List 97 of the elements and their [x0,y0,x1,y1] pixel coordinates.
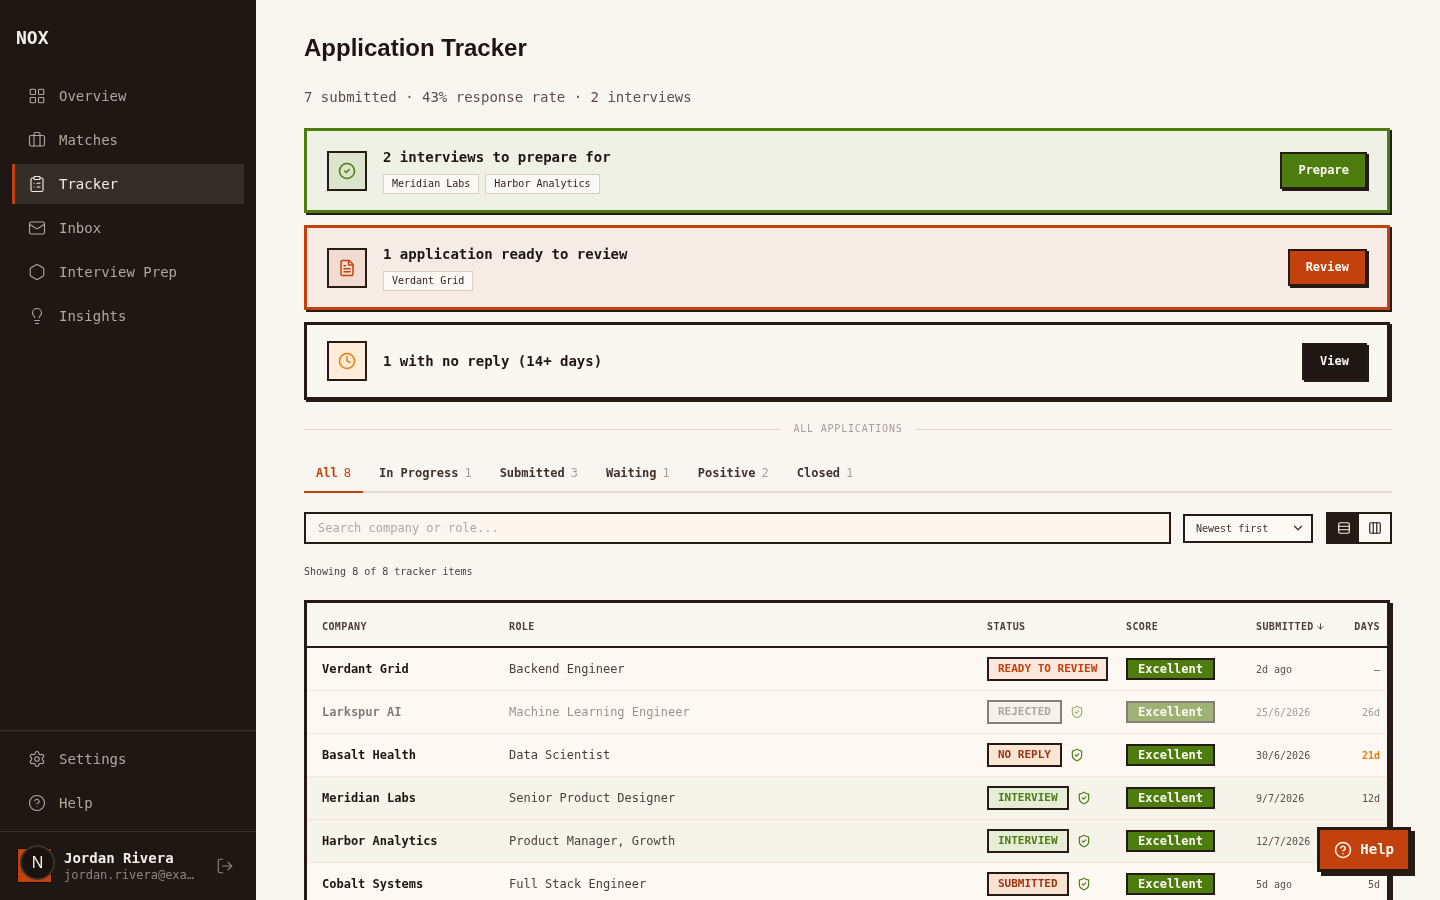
score-tag: Excellent [1126,744,1216,766]
role-title: Product Manager, Growth [509,834,676,848]
action-button[interactable]: View [1302,342,1367,380]
score-tag: Excellent [1126,787,1216,809]
score-tag: Excellent [1126,830,1216,852]
days-count: 21d [1361,749,1380,761]
days-count: 5d [1367,878,1380,890]
shield-check-icon [1076,834,1091,848]
role-title: Full Stack Engineer [509,877,647,891]
action-button[interactable]: Review [1287,249,1367,286]
status-tag: INTERVIEW [987,786,1069,810]
shield-check-icon [1076,791,1091,805]
submitted-date: 2d ago [1256,663,1293,675]
shield-check-icon [1070,705,1084,719]
sidebar-nav-item[interactable]: Inbox [12,208,244,248]
document-icon [327,247,367,288]
grid-icon [28,87,46,105]
sort-select[interactable]: Newest first [1183,513,1313,543]
rows-icon [1336,521,1351,535]
clipboard-icon [28,175,46,193]
alert-title: 1 with no reply (14+ days) [383,352,603,371]
column-header: STATUS [987,620,1026,632]
role-title: Machine Learning Engineer [509,705,690,719]
role-title: Backend Engineer [509,662,625,676]
role-title: Data Scientist [509,748,611,762]
sidebar-nav-item[interactable]: Help [12,783,244,823]
status-tag: NO REPLY [987,743,1062,767]
search-field[interactable]: Search company or role... [304,512,1171,544]
sidebar-nav-item[interactable]: Settings [12,739,244,779]
user-avatar: N [17,845,56,883]
briefcase-icon [28,131,46,149]
score-tag: Excellent [1126,873,1216,895]
alert-title: 1 application ready to review [383,245,628,264]
settings-icon [28,750,46,768]
column-header: SCORE [1126,620,1159,632]
submitted-date: 25/6/2026 [1256,706,1311,718]
clock-icon [327,341,367,381]
sidebar-nav-item[interactable]: Overview [12,76,244,116]
list-view-button[interactable] [1328,514,1359,542]
days-count: — [1373,663,1380,675]
company-name: Larkspur AI [322,705,402,719]
sidebar-nav-item[interactable]: Tracker [12,164,244,204]
status-tag: READY TO REVIEW [987,657,1109,681]
shield-check-icon [1070,748,1084,762]
submitted-date: 9/7/2026 [1256,792,1305,804]
column-header: SUBMITTED [1256,620,1325,632]
columns-icon [1367,521,1382,535]
hexagon-icon [28,263,46,281]
result-count: Showing 8 of 8 tracker items [304,565,473,579]
company-tag: Verdant Grid [383,271,474,291]
help-icon [1334,840,1353,859]
section-label: ALL APPLICATIONS [793,422,903,436]
filter-tab[interactable]: Closed 1 [784,455,866,493]
user-email: jordan.rivera@exa… [64,867,195,883]
sidebar-nav-item[interactable]: Insights [12,296,244,336]
role-title: Senior Product Designer [509,791,676,805]
score-tag: Excellent [1126,701,1216,723]
filter-tab[interactable]: Waiting 1 [593,455,682,493]
company-tag: Meridian Labs [383,174,480,194]
days-count: 12d [1361,792,1380,804]
company-tag: Harbor Analytics [485,174,600,194]
status-tag: SUBMITTED [987,872,1069,896]
column-view-button[interactable] [1359,514,1390,542]
company-name: Harbor Analytics [322,834,438,848]
submitted-date: 30/6/2026 [1256,749,1311,761]
filter-tab[interactable]: Submitted 3 [487,455,590,493]
alert-title: 2 interviews to prepare for [383,148,611,167]
user-name: Jordan Rivera [64,849,175,867]
submitted-date: 5d ago [1256,878,1293,890]
table-row[interactable]: Meridian Labs Senior Product Designer INTERVIEW Excellent 9/7/2026 12d [307,777,1387,820]
logout-button[interactable] [216,857,234,875]
filter-tab[interactable]: All 8 [304,455,363,493]
company-name: Meridian Labs [322,791,416,805]
score-tag: Excellent [1126,658,1216,680]
help-icon [28,794,46,812]
page-title: Application Tracker [304,34,527,62]
shield-check-icon [1076,877,1091,891]
days-count: 26d [1361,706,1380,718]
column-header: COMPANY [322,620,367,632]
submitted-date: 12/7/2026 [1256,835,1311,847]
filter-tab[interactable]: In Progress 1 [366,455,484,493]
action-button[interactable]: Prepare [1280,152,1367,189]
summary-text: 7 submitted · 43% response rate · 2 interviews [304,88,692,107]
sidebar-nav-item[interactable]: Matches [12,120,244,160]
company-name: Verdant Grid [322,662,409,676]
app-logo: NOX [16,26,49,50]
company-name: Basalt Health [322,748,416,762]
filter-tab[interactable]: Positive 2 [685,455,781,493]
column-header: ROLE [509,620,535,632]
status-tag: INTERVIEW [987,829,1069,853]
column-header: DAYS [1354,620,1380,632]
envelope-icon [28,219,46,237]
sort-arrow-icon [1315,621,1325,631]
status-tag: REJECTED [987,700,1062,724]
logout-icon [216,857,234,875]
sidebar-nav-item[interactable]: Interview Prep [12,252,244,292]
company-name: Cobalt Systems [322,877,424,891]
